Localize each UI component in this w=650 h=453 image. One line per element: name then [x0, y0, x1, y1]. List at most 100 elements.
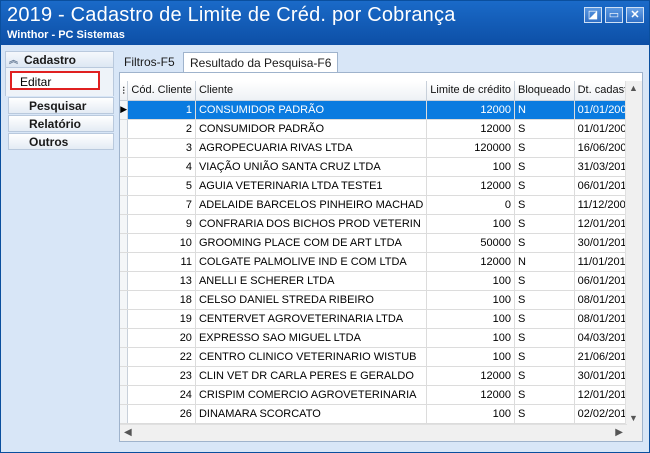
cell-bloqueado[interactable]: S	[514, 138, 575, 158]
table-row[interactable]: 23 CLIN VET DR CARLA PERES E GERALDO 12000…	[120, 366, 642, 386]
cell-limite-credito[interactable]: 100	[426, 328, 515, 348]
cell-cod-cliente[interactable]: 4	[127, 157, 196, 177]
cell-limite-credito[interactable]: 12000	[426, 100, 515, 120]
row-indicator[interactable]	[120, 157, 129, 177]
table-row[interactable]: 9 CONFRARIA DOS BICHOS PROD VETERIN 100 S 12…	[120, 214, 642, 234]
row-indicator[interactable]	[120, 252, 129, 272]
column-header-limite-credito[interactable]: Limite de crédito	[426, 81, 515, 101]
cell-limite-credito[interactable]: 0	[426, 195, 515, 215]
cell-cliente[interactable]: VIAÇÃO UNIÃO SANTA CRUZ LTDA	[195, 157, 428, 177]
cell-cod-cliente[interactable]: 20	[127, 328, 196, 348]
cell-limite-credito[interactable]: 50000	[426, 233, 515, 253]
cell-limite-credito[interactable]: 12000	[426, 385, 515, 405]
tab-filtros[interactable]: Filtros-F5	[118, 52, 181, 72]
cell-limite-credito[interactable]: 100	[426, 271, 515, 291]
row-indicator[interactable]	[120, 290, 129, 310]
table-row[interactable]: 24 CRISPIM COMERCIO AGROVETERINARIA 12000 S…	[120, 385, 642, 405]
cell-cod-cliente[interactable]: 13	[127, 271, 196, 291]
cell-bloqueado[interactable]: S	[514, 404, 575, 424]
cell-cod-cliente[interactable]: 7	[127, 195, 196, 215]
cell-cod-cliente[interactable]: 23	[127, 366, 196, 386]
sidebar-button-relatorio[interactable]: Relatório	[8, 115, 114, 132]
cell-cod-cliente[interactable]: 1	[127, 100, 196, 120]
cell-cliente[interactable]: CENTERVET AGROVETERINARIA LTDA	[195, 309, 428, 329]
cell-cliente[interactable]: AGROPECUARIA RIVAS LTDA	[195, 138, 428, 158]
close-icon[interactable]: ✕	[626, 7, 644, 23]
cell-limite-credito[interactable]: 100	[426, 214, 515, 234]
column-header-cod-cliente[interactable]: Cód. Cliente	[127, 81, 196, 101]
row-indicator[interactable]	[120, 309, 129, 329]
row-indicator[interactable]	[120, 119, 129, 139]
cell-limite-credito[interactable]: 12000	[426, 176, 515, 196]
chevron-up-icon[interactable]: ︽	[9, 53, 18, 66]
cell-cliente[interactable]: CONFRARIA DOS BICHOS PROD VETERIN	[195, 214, 428, 234]
cell-cod-cliente[interactable]: 11	[127, 252, 196, 272]
scroll-down-icon[interactable]: ▼	[629, 413, 638, 423]
cell-limite-credito[interactable]: 120000	[426, 138, 515, 158]
cell-cliente[interactable]: DINAMARA SCORCATO	[195, 404, 428, 424]
cell-limite-credito[interactable]: 12000	[426, 366, 515, 386]
cell-cliente[interactable]: CONSUMIDOR PADRÃO	[195, 100, 428, 120]
cell-cod-cliente[interactable]: 10	[127, 233, 196, 253]
cell-bloqueado[interactable]: S	[514, 195, 575, 215]
cell-bloqueado[interactable]: S	[514, 309, 575, 329]
cell-cod-cliente[interactable]: 18	[127, 290, 196, 310]
cell-limite-credito[interactable]: 100	[426, 404, 515, 424]
cell-cod-cliente[interactable]: 5	[127, 176, 196, 196]
table-row[interactable]: ▶ 1 CONSUMIDOR PADRÃO 12000 N 01/01/2004	[120, 100, 642, 120]
table-row[interactable]: 18 CELSO DANIEL STREDA RIBEIRO 100 S 08/01/2…	[120, 290, 642, 310]
cell-cliente[interactable]: ANELLI E SCHERER LTDA	[195, 271, 428, 291]
table-row[interactable]: 22 CENTRO CLINICO VETERINARIO WISTUB 100 S 2…	[120, 347, 642, 367]
table-row[interactable]: 20 EXPRESSO SAO MIGUEL LTDA 100 S 04/03/2010	[120, 328, 642, 348]
row-indicator[interactable]	[120, 385, 129, 405]
column-chooser-icon[interactable]: ⁝	[120, 81, 129, 101]
sidebar-button-outros[interactable]: Outros	[8, 133, 114, 150]
cell-cliente[interactable]: CELSO DANIEL STREDA RIBEIRO	[195, 290, 428, 310]
row-indicator[interactable]	[120, 404, 129, 424]
cell-cliente[interactable]: ADELAIDE BARCELOS PINHEIRO MACHAD	[195, 195, 428, 215]
cell-cod-cliente[interactable]: 3	[127, 138, 196, 158]
column-header-cliente[interactable]: Cliente	[195, 81, 428, 101]
row-indicator[interactable]	[120, 138, 129, 158]
cell-cliente[interactable]: CENTRO CLINICO VETERINARIO WISTUB	[195, 347, 428, 367]
table-row[interactable]: 13 ANELLI E SCHERER LTDA 100 S 06/01/2010	[120, 271, 642, 291]
cell-bloqueado[interactable]: N	[514, 100, 575, 120]
row-indicator[interactable]	[120, 328, 129, 348]
row-indicator[interactable]	[120, 233, 129, 253]
restore-icon[interactable]: ◪	[584, 7, 602, 23]
row-indicator[interactable]	[120, 347, 129, 367]
cell-bloqueado[interactable]: S	[514, 290, 575, 310]
row-indicator[interactable]	[120, 271, 129, 291]
scroll-left-icon[interactable]: ◀	[124, 427, 132, 438]
cell-cliente[interactable]: GROOMING PLACE COM DE ART LTDA	[195, 233, 428, 253]
minimize-icon[interactable]: ▭	[605, 7, 623, 23]
cell-bloqueado[interactable]: S	[514, 214, 575, 234]
cell-cod-cliente[interactable]: 2	[127, 119, 196, 139]
cell-cod-cliente[interactable]: 26	[127, 404, 196, 424]
cell-bloqueado[interactable]: S	[514, 119, 575, 139]
cell-cod-cliente[interactable]: 24	[127, 385, 196, 405]
table-row[interactable]: 19 CENTERVET AGROVETERINARIA LTDA 100 S 08/0…	[120, 309, 642, 329]
table-row[interactable]: 11 COLGATE PALMOLIVE IND E COM LTDA 12000 N…	[120, 252, 642, 272]
cell-cliente[interactable]: CLIN VET DR CARLA PERES E GERALDO	[195, 366, 428, 386]
cell-limite-credito[interactable]: 12000	[426, 252, 515, 272]
table-row[interactable]: 4 VIAÇÃO UNIÃO SANTA CRUZ LTDA 100 S 31/03/2…	[120, 157, 642, 177]
cell-limite-credito[interactable]: 100	[426, 309, 515, 329]
horizontal-scrollbar[interactable]: ◀ ▶	[120, 424, 627, 441]
cell-cliente[interactable]: CONSUMIDOR PADRÃO	[195, 119, 428, 139]
table-row[interactable]: 7 ADELAIDE BARCELOS PINHEIRO MACHAD 0 S 11/1…	[120, 195, 642, 215]
cell-cod-cliente[interactable]: 9	[127, 214, 196, 234]
tab-resultado-pesquisa[interactable]: Resultado da Pesquisa-F6	[183, 52, 339, 72]
cell-cliente[interactable]: COLGATE PALMOLIVE IND E COM LTDA	[195, 252, 428, 272]
sidebar-group-cadastro[interactable]: ︽ Cadastro	[5, 51, 114, 68]
table-row[interactable]: 5 AGUIA VETERINARIA LTDA TESTE1 12000 S 06/0…	[120, 176, 642, 196]
cell-cliente[interactable]: AGUIA VETERINARIA LTDA TESTE1	[195, 176, 428, 196]
cell-bloqueado[interactable]: S	[514, 176, 575, 196]
vertical-scrollbar[interactable]: ▲ ▼	[625, 81, 642, 425]
cell-limite-credito[interactable]: 100	[426, 347, 515, 367]
cell-bloqueado[interactable]: S	[514, 233, 575, 253]
cell-limite-credito[interactable]: 100	[426, 290, 515, 310]
cell-bloqueado[interactable]: S	[514, 271, 575, 291]
cell-limite-credito[interactable]: 100	[426, 157, 515, 177]
cell-cod-cliente[interactable]: 22	[127, 347, 196, 367]
